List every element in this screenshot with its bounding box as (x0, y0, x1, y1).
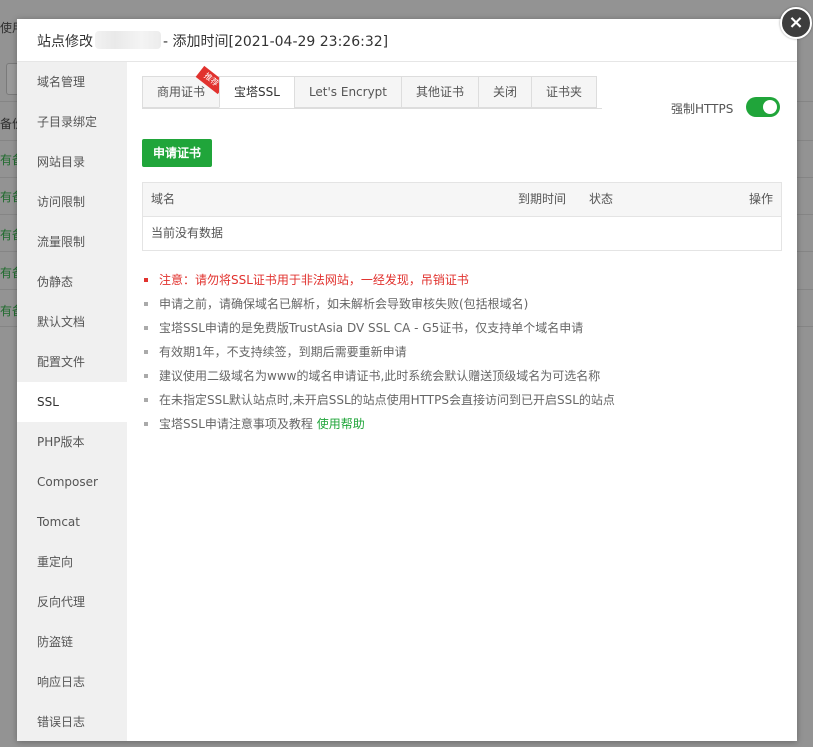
dialog-title-prefix: 站点修改 (37, 34, 93, 50)
note-text: 申请之前，请确保域名已解析，如未解析会导致审核失败(包括根域名) (159, 297, 529, 311)
table-header: 域名 到期时间 状态 操作 (143, 183, 781, 217)
settings-sidebar: 域名管理 子目录绑定 网站目录 访问限制 流量限制 伪静态 默认文档 配置文件 SSL PHP版本… (17, 62, 127, 741)
tab-2[interactable]: Let's Encrypt (293, 76, 402, 108)
redacted-site-name (95, 31, 161, 49)
sidebar-item-8[interactable]: SSL (17, 382, 127, 422)
note-item: 宝塔SSL申请注意事项及教程 使用帮助 (142, 412, 782, 436)
tab-label: 商用证书 (157, 85, 206, 99)
sidebar-item-9[interactable]: PHP版本 (17, 422, 127, 462)
dialog-title-suffix: - 添加时间[2021-04-29 23:26:32] (163, 34, 389, 50)
column-status: 状态 (589, 192, 614, 206)
bg-divider (797, 101, 813, 102)
tab-1[interactable]: 宝塔SSL (219, 76, 294, 108)
note-text: 注意：请勿将SSL证书用于非法网站，一经发现，吊销证书 (159, 273, 469, 287)
close-icon[interactable]: × (780, 7, 812, 39)
tab-label: 宝塔SSL (234, 85, 280, 99)
help-link[interactable]: 使用帮助 (317, 417, 365, 431)
bg-divider (797, 326, 813, 327)
sidebar-item-16[interactable]: 错误日志 (17, 702, 127, 742)
sidebar-item-6[interactable]: 默认文档 (17, 302, 127, 342)
ssl-panel: 商用证书 推荐 宝塔SSL Let's Encrypt 其他证书 关闭 证书夹 强制HTTP… (142, 62, 782, 741)
dialog-title: 站点修改 - 添加时间[2021-04-29 23:26:32] (37, 31, 388, 51)
note-item: 申请之前，请确保域名已解析，如未解析会导致审核失败(包括根域名) (142, 292, 782, 316)
force-https-toggle[interactable] (746, 97, 780, 117)
sidebar-item-12[interactable]: 重定向 (17, 542, 127, 582)
note-item: 建议使用二级域名为www的域名申请证书,此时系统会默认赠送顶级域名为可选名称 (142, 364, 782, 388)
note-item: 有效期1年，不支持续签，到期后需要重新申请 (142, 340, 782, 364)
sidebar-item-14[interactable]: 防盗链 (17, 622, 127, 662)
sidebar-item-2[interactable]: 网站目录 (17, 142, 127, 182)
tab-3[interactable]: 其他证书 (401, 76, 479, 108)
sidebar-item-1[interactable]: 子目录绑定 (17, 102, 127, 142)
sidebar-item-5[interactable]: 伪静态 (17, 262, 127, 302)
column-expiry: 到期时间 (518, 192, 567, 206)
note-item: 在未指定SSL默认站点时,未开启SSL的站点使用HTTPS会直接访问到已开启SS… (142, 388, 782, 412)
dialog-header: 站点修改 - 添加时间[2021-04-29 23:26:32] (17, 19, 797, 62)
note-item: 注意：请勿将SSL证书用于非法网站，一经发现，吊销证书 (142, 268, 782, 292)
force-https-label: 强制HTTPS (671, 102, 734, 116)
sidebar-item-10[interactable]: Composer (17, 462, 127, 502)
tab-label: Let's Encrypt (308, 85, 388, 99)
sidebar-item-7[interactable]: 配置文件 (17, 342, 127, 382)
note-text: 建议使用二级域名为www的域名申请证书,此时系统会默认赠送顶级域名为可选名称 (159, 369, 601, 383)
tabs-underline (142, 108, 602, 109)
apply-certificate-button[interactable]: 申请证书 (142, 139, 212, 167)
sidebar-item-0[interactable]: 域名管理 (17, 62, 127, 102)
note-text: 宝塔SSL申请注意事项及教程 (159, 417, 313, 431)
tab-0[interactable]: 商用证书 推荐 (142, 65, 227, 108)
column-actions: 操作 (749, 192, 774, 206)
note-text: 有效期1年，不支持续签，到期后需要重新申请 (159, 345, 407, 359)
note-item: 宝塔SSL申请的是免费版TrustAsia DV SSL CA - G5证书，仅… (142, 316, 782, 340)
tab-5[interactable]: 证书夹 (531, 76, 598, 108)
site-settings-dialog: 站点修改 - 添加时间[2021-04-29 23:26:32] 域名管理 子目录绑… (17, 19, 797, 741)
certificate-table: 域名 到期时间 状态 操作 当前没有数据 (142, 182, 782, 251)
ssl-tabs: 商用证书 推荐 宝塔SSL Let's Encrypt 其他证书 关闭 证书夹 (142, 65, 598, 108)
tab-label: 证书夹 (546, 85, 583, 99)
note-text: 在未指定SSL默认站点时,未开启SSL的站点使用HTTPS会直接访问到已开启SS… (159, 393, 615, 407)
tab-label: 关闭 (493, 85, 518, 99)
toggle-knob (763, 100, 777, 114)
bg-divider (797, 251, 813, 252)
note-text: 宝塔SSL申请的是免费版TrustAsia DV SSL CA - G5证书，仅… (159, 321, 584, 335)
sidebar-item-13[interactable]: 反向代理 (17, 582, 127, 622)
tab-4[interactable]: 关闭 (478, 76, 532, 108)
bg-divider (797, 140, 813, 141)
sidebar-item-4[interactable]: 流量限制 (17, 222, 127, 262)
tab-label: 其他证书 (416, 85, 465, 99)
sidebar-item-11[interactable]: Tomcat (17, 502, 127, 542)
bg-divider (797, 214, 813, 215)
sidebar-item-3[interactable]: 访问限制 (17, 182, 127, 222)
ssl-notes-list: 注意：请勿将SSL证书用于非法网站，一经发现，吊销证书申请之前，请确保域名已解析… (142, 268, 782, 436)
empty-table-row: 当前没有数据 (151, 226, 224, 240)
column-domain: 域名 (151, 192, 176, 206)
bg-divider (797, 289, 813, 290)
sidebar-item-15[interactable]: 响应日志 (17, 662, 127, 702)
bg-divider (797, 177, 813, 178)
